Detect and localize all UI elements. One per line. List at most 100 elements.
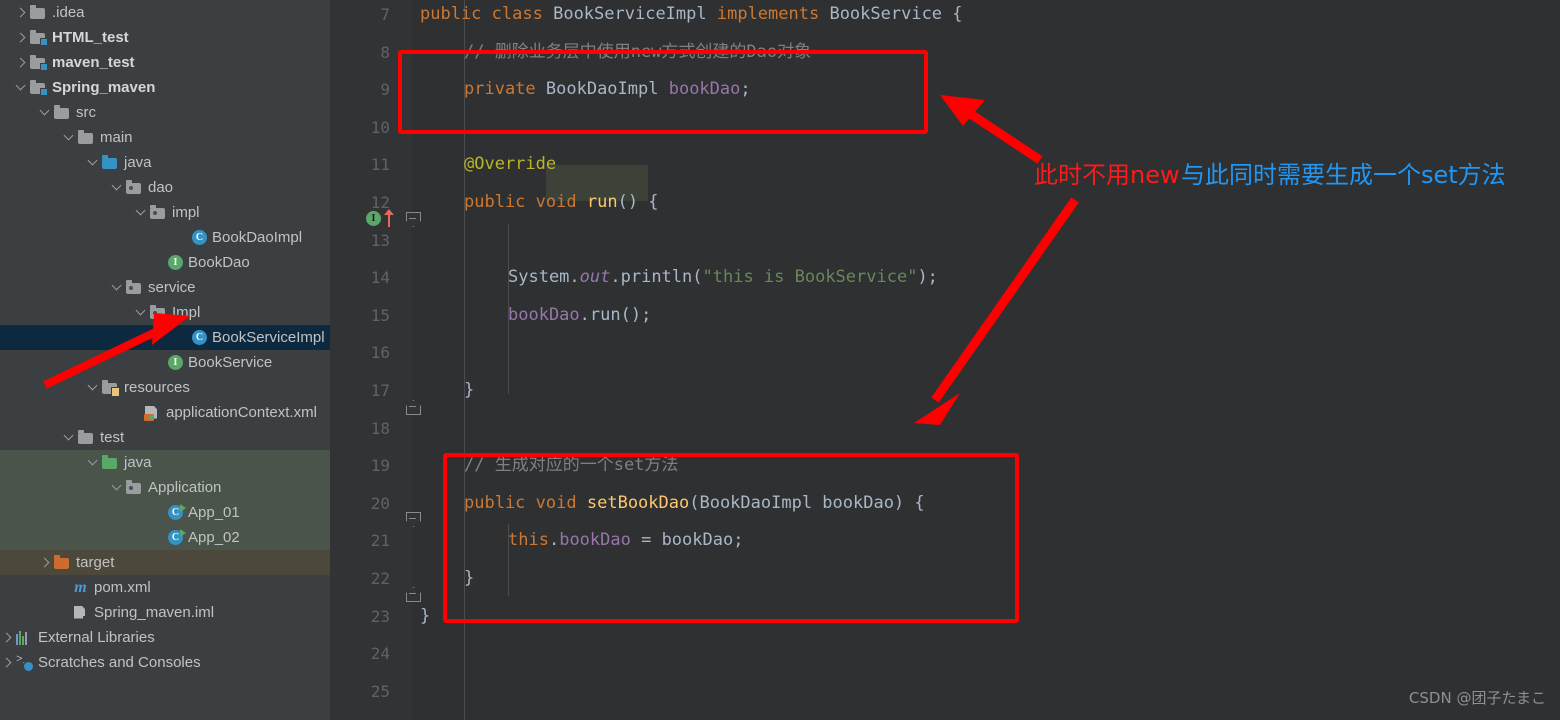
chevron-down-icon[interactable]	[110, 481, 124, 495]
chevron-right-icon[interactable]	[0, 631, 14, 645]
code-line[interactable]: System.out.println("this is BookService"…	[508, 259, 938, 297]
line-number: 24	[370, 644, 390, 664]
chevron-down-icon[interactable]	[110, 281, 124, 295]
tree-node-label: main	[100, 129, 133, 146]
chevron-down-icon[interactable]	[134, 306, 148, 320]
sources-root-folder-icon	[102, 155, 119, 171]
chevron-down-icon[interactable]	[14, 81, 28, 95]
chevron-down-icon[interactable]	[62, 131, 76, 145]
chevron-right-icon[interactable]	[14, 56, 28, 70]
code-line[interactable]: public void run() {	[464, 184, 659, 222]
chevron-down-icon[interactable]	[134, 206, 148, 220]
tree-node-label: maven_test	[52, 54, 135, 71]
tree-node-pom-xml[interactable]: m pom.xml	[0, 575, 330, 600]
code-token: public	[420, 4, 482, 24]
code-line[interactable]: this.bookDao = bookDao;	[508, 522, 743, 560]
code-line[interactable]: public class BookServiceImpl implements …	[420, 0, 963, 34]
code-editor[interactable]: 7 8 9 10 11 12 13 14 15 16 17 18 19 20 21 22 23 24 25 I pu…	[330, 0, 1560, 720]
tree-node-bookdaoimpl[interactable]: C BookDaoImpl	[0, 225, 330, 250]
line-number: 14	[370, 268, 390, 288]
tree-node-applicationcontext-xml[interactable]: applicationContext.xml	[0, 400, 330, 425]
test-sources-root-folder-icon	[102, 455, 119, 471]
editor-gutter[interactable]: 7 8 9 10 11 12 13 14 15 16 17 18 19 20 21 22 23 24 25 I	[330, 0, 421, 720]
line-number: 8	[380, 42, 390, 62]
chevron-right-icon[interactable]	[0, 656, 14, 670]
tree-node-label: BookDaoImpl	[212, 229, 303, 246]
code-token: }	[464, 380, 475, 400]
tree-node-resources[interactable]: resources	[0, 375, 330, 400]
chevron-right-icon[interactable]	[14, 31, 28, 45]
maven-pom-icon: m	[74, 578, 87, 596]
code-token: setBookDao	[586, 492, 690, 513]
code-token: (BookDaoImpl bookDao) {	[689, 492, 925, 513]
tree-node-spring-maven[interactable]: Spring_maven	[0, 75, 330, 100]
tree-node-test[interactable]: test	[0, 425, 330, 450]
tree-node-bookserviceimpl[interactable]: C BookServiceImpl	[0, 325, 330, 350]
code-line[interactable]: private BookDaoImpl bookDao;	[464, 71, 751, 109]
code-text-area[interactable]: public class BookServiceImpl implements …	[412, 0, 1560, 720]
tree-node-label: target	[76, 554, 115, 571]
chevron-down-icon[interactable]	[86, 156, 100, 170]
external-libraries-icon	[16, 630, 33, 645]
override-up-arrow-icon[interactable]	[382, 207, 396, 227]
code-token: System.	[508, 267, 580, 288]
tree-node-bookdao[interactable]: I BookDao	[0, 250, 330, 275]
code-token: bookDao	[668, 79, 741, 100]
tree-node-label: src	[76, 104, 96, 121]
code-line[interactable]: }	[464, 372, 474, 410]
chevron-right-icon[interactable]	[38, 556, 52, 570]
tree-node-label: java	[124, 454, 152, 471]
tree-node-html-test[interactable]: HTML_test	[0, 25, 330, 50]
chevron-down-icon[interactable]	[110, 181, 124, 195]
tree-node-label: Application	[148, 479, 222, 496]
tree-node-impl[interactable]: Impl	[0, 300, 330, 325]
chevron-down-icon[interactable]	[38, 106, 52, 120]
tree-node-java[interactable]: java	[0, 450, 330, 475]
tree-node-target[interactable]: target	[0, 550, 330, 575]
folder-icon	[78, 430, 95, 446]
tree-node-main[interactable]: main	[0, 125, 330, 150]
implementing-method-icon[interactable]: I	[366, 211, 381, 226]
chevron-down-icon[interactable]	[62, 431, 76, 445]
chevron-right-icon[interactable]	[14, 6, 28, 20]
project-tree[interactable]: .idea HTML_test maven_test Spring_maven src m…	[0, 0, 330, 675]
code-line[interactable]: }	[420, 598, 430, 636]
code-token: .run();	[579, 304, 652, 325]
java-class-icon: C	[192, 330, 207, 345]
tree-node-impl[interactable]: impl	[0, 200, 330, 225]
tree-node-dao[interactable]: dao	[0, 175, 330, 200]
code-line[interactable]: @Override	[464, 146, 556, 184]
code-line[interactable]: public void setBookDao(BookDaoImpl bookD…	[464, 485, 925, 523]
ide-window: .idea HTML_test maven_test Spring_maven src m…	[0, 0, 1560, 720]
tree-node-label: test	[100, 429, 125, 446]
code-line[interactable]: }	[464, 560, 474, 598]
tree-node--idea[interactable]: .idea	[0, 0, 330, 25]
tree-node-src[interactable]: src	[0, 100, 330, 125]
tree-node-external-libraries[interactable]: External Libraries	[0, 625, 330, 650]
code-line[interactable]: bookDao.run();	[508, 297, 651, 335]
tree-node-application[interactable]: Application	[0, 475, 330, 500]
code-token: }	[420, 605, 431, 626]
runnable-class-icon: C	[168, 529, 186, 545]
line-number: 20	[370, 493, 390, 513]
code-line[interactable]: // 生成对应的一个set方法	[464, 447, 678, 485]
tree-node-bookservice[interactable]: I BookService	[0, 350, 330, 375]
tree-node-scratches-and-consoles[interactable]: Scratches and Consoles	[0, 650, 330, 675]
tree-node-label: dao	[148, 179, 174, 196]
code-line[interactable]: // 删除业务层中使用new方式创建的Dao对象	[464, 34, 811, 72]
tree-node-app-01[interactable]: C App_01	[0, 500, 330, 525]
chevron-down-icon[interactable]	[86, 381, 100, 395]
project-tree-panel[interactable]: .idea HTML_test maven_test Spring_maven src m…	[0, 0, 330, 720]
tree-node-spring-maven-iml[interactable]: Spring_maven.iml	[0, 600, 330, 625]
tree-node-java[interactable]: java	[0, 150, 330, 175]
chevron-down-icon[interactable]	[86, 456, 100, 470]
line-number: 16	[370, 343, 390, 363]
tree-node-service[interactable]: service	[0, 275, 330, 300]
code-token: // 生成对应的一个set方法	[464, 455, 679, 476]
line-number: 21	[370, 531, 390, 551]
tree-node-app-02[interactable]: C App_02	[0, 525, 330, 550]
tree-node-maven-test[interactable]: maven_test	[0, 50, 330, 75]
line-number: 25	[370, 681, 390, 701]
